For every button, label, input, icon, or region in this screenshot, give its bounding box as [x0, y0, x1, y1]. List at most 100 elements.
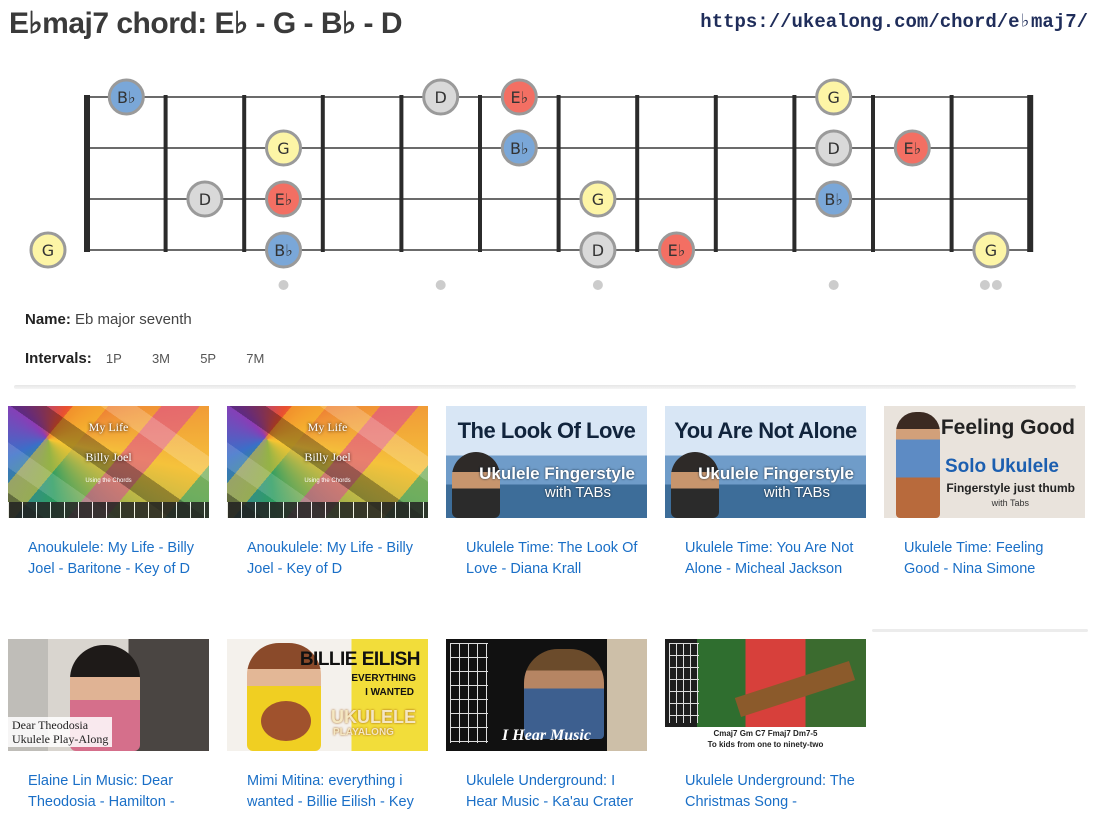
fret-marker-dot [991, 280, 1002, 290]
thumb-text: PLAYALONG [333, 727, 394, 738]
thumb-text: UKULELE [331, 707, 416, 727]
video-title-link[interactable]: Ukulele Time: Feeling Good - Nina Simone [884, 538, 1085, 580]
note-label: D [199, 190, 211, 209]
intervals-label: Intervals: [25, 350, 92, 367]
video-card[interactable]: BILLIE EILISH EVERYTHING I WANTED UKULEL… [227, 639, 428, 813]
video-card[interactable]: Feeling Good Solo Ukulele Fingerstyle ju… [884, 406, 1085, 580]
chord-diagram-image [669, 643, 699, 723]
video-title-link[interactable]: Elaine Lin Music: Dear Theodosia - Hamil… [8, 771, 209, 813]
thumb-text: Ukulele Fingerstyle [698, 464, 854, 483]
note-label: E♭ [275, 190, 293, 209]
video-title-link[interactable]: Ukulele Time: The Look Of Love - Diana K… [446, 538, 647, 580]
interval-root: 1P [105, 351, 122, 366]
video-card[interactable]: Cmaj7 Gm C7 Fmaj7 Dm7-5 To kids from one… [665, 639, 866, 813]
video-title-link[interactable]: Anoukulele: My Life - Billy Joel - Barit… [8, 538, 209, 580]
thumb-text: I WANTED [365, 687, 414, 698]
lyrics-bar: Cmaj7 Gm C7 Fmaj7 Dm7-5 To kids from one… [665, 727, 866, 751]
video-thumbnail[interactable]: Dear Theodosia Ukulele Play-Along [8, 639, 209, 751]
interval-seventh: 7M [246, 351, 265, 366]
note-label: B♭ [824, 190, 843, 209]
performer-image [452, 452, 500, 518]
performer-image [671, 452, 719, 518]
thumb-text: To kids from one to ninety-two [707, 740, 824, 749]
video-card[interactable]: The Look Of Love Ukulele Fingerstyle wit… [446, 406, 647, 580]
interval-fifth: 5P [200, 351, 217, 366]
video-thumbnail[interactable]: My Life Billy Joel Using the Chords [8, 406, 209, 518]
thumb-text: with TABs [763, 484, 830, 501]
note-label: B♭ [510, 139, 529, 158]
video-thumbnail[interactable]: BILLIE EILISH EVERYTHING I WANTED UKULEL… [227, 639, 428, 751]
performer-image [896, 412, 940, 518]
chord-name-value: Eb major seventh [75, 311, 192, 328]
note-label: B♭ [117, 88, 136, 107]
ukulele-image [261, 701, 311, 741]
section-divider [14, 385, 1076, 389]
video-card[interactable]: I Hear Music Ukulele Underground: I Hear… [446, 639, 647, 813]
section-divider [872, 629, 1088, 632]
ukulele-image [734, 660, 856, 718]
note-label: E♭ [668, 241, 686, 260]
video-title-link[interactable]: Ukulele Underground: The Christmas Song … [665, 771, 866, 813]
fret-marker-dot [435, 280, 446, 290]
thumb-text: My Life [307, 420, 348, 434]
thumb-text: I Hear Music [502, 727, 591, 744]
note-label: E♭ [903, 139, 921, 158]
video-thumbnail[interactable]: You Are Not Alone Ukulele Fingerstyle wi… [665, 406, 866, 518]
interval-third: 3M [151, 351, 171, 366]
fret-marker-dot [979, 280, 990, 290]
fret-marker-dot [278, 280, 289, 290]
thumb-caption: Dear Theodosia Ukulele Play-Along [8, 717, 113, 747]
thumb-text: with TABs [544, 484, 611, 501]
note-label: B♭ [274, 241, 293, 260]
fret-marker-dot [828, 280, 839, 290]
video-title-link[interactable]: Mimi Mitina: everything i wanted - Billi… [227, 771, 428, 813]
note-label: E♭ [510, 88, 528, 107]
thumb-text: Using the Chords [85, 478, 132, 484]
thumb-text: EVERYTHING [351, 673, 416, 684]
video-thumbnail[interactable]: Feeling Good Solo Ukulele Fingerstyle ju… [884, 406, 1085, 518]
thumb-text: Billy Joel [85, 450, 132, 464]
thumb-text: Using the Chords [304, 478, 351, 484]
note-label: G [827, 88, 839, 107]
thumb-text: You Are Not Alone [674, 418, 857, 443]
thumb-text: My Life [88, 420, 129, 434]
video-card[interactable]: Dear Theodosia Ukulele Play-Along Elaine… [8, 639, 209, 813]
note-label: D [592, 241, 604, 260]
thumb-text: BILLIE EILISH [299, 649, 421, 670]
page-title: E♭maj7 chord: E♭ - G - B♭ - D [9, 7, 403, 40]
thumb-text: Solo Ukulele [944, 456, 1059, 477]
note-label: D [828, 139, 840, 158]
thumb-text: Fingerstyle just thumb [946, 481, 1075, 495]
thumb-text: Feeling Good [940, 416, 1075, 439]
fret-marker-dot [592, 280, 603, 290]
video-title-link[interactable]: Ukulele Time: You Are Not Alone - Michea… [665, 538, 866, 580]
chord-strip [227, 502, 428, 518]
note-label: G [42, 241, 54, 260]
chord-intervals-row: Intervals: 1P 3M 5P 7M [25, 350, 264, 367]
video-thumbnail[interactable]: Cmaj7 Gm C7 Fmaj7 Dm7-5 To kids from one… [665, 639, 866, 751]
page-url[interactable]: https://ukealong.com/chord/e♭maj7/ [700, 10, 1088, 33]
thumb-text: Billy Joel [304, 450, 351, 464]
video-card[interactable]: My Life Billy Joel Using the Chords Anou… [227, 406, 428, 580]
video-thumbnail[interactable]: My Life Billy Joel Using the Chords [227, 406, 428, 518]
video-card[interactable]: You Are Not Alone Ukulele Fingerstyle wi… [665, 406, 866, 580]
thumb-text: Cmaj7 Gm C7 Fmaj7 Dm7-5 [713, 729, 818, 738]
note-label: G [592, 190, 604, 209]
note-label: D [435, 88, 447, 107]
note-label: G [985, 241, 997, 260]
thumb-text: The Look Of Love [457, 418, 636, 443]
video-thumbnail[interactable]: The Look Of Love Ukulele Fingerstyle wit… [446, 406, 647, 518]
ukulele-fretboard-diagram: G B♭ D E♭ G G B♭ D E♭ D E♭ G B♭ B♭ D E♭ G [29, 78, 1034, 290]
thumb-text: with Tabs [991, 498, 1029, 508]
thumb-text: Ukulele Play-Along [12, 732, 109, 746]
video-card[interactable]: My Life Billy Joel Using the Chords Anou… [8, 406, 209, 580]
thumb-text: Dear Theodosia [12, 718, 89, 732]
video-thumbnail[interactable]: I Hear Music [446, 639, 647, 751]
chord-name-label: Name: [25, 311, 71, 328]
performer-image [524, 649, 604, 739]
video-title-link[interactable]: Ukulele Underground: I Hear Music - Ka'a… [446, 771, 647, 813]
chord-strip [8, 502, 209, 518]
note-label: G [277, 139, 289, 158]
video-title-link[interactable]: Anoukulele: My Life - Billy Joel - Key o… [227, 538, 428, 580]
thumb-text: Ukulele Fingerstyle [479, 464, 635, 483]
